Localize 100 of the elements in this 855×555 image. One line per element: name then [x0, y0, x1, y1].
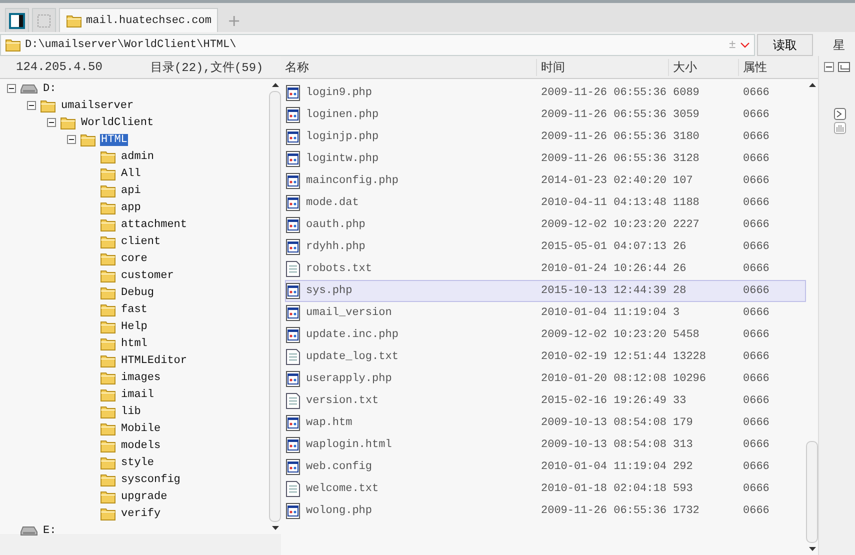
tab[interactable] — [5, 8, 29, 32]
file-attributes: 0666 — [743, 307, 770, 319]
file-attributes: 0666 — [743, 87, 770, 99]
file-size: 28 — [673, 285, 688, 297]
file-row[interactable]: update_log.txt 2010-02-19 12:51:44 13228 0666 — [285, 346, 806, 368]
file-size: 179 — [673, 417, 694, 429]
tree-item[interactable]: html — [120, 338, 148, 350]
file-row[interactable]: login9.php 2009-11-26 06:55:36 6089 0666 — [285, 82, 806, 104]
file-row[interactable]: web.config 2010-01-04 11:19:04 292 0666 — [285, 456, 806, 478]
folder-icon — [66, 14, 82, 28]
file-size: 292 — [673, 461, 694, 473]
file-time: 2010-04-11 04:13:48 — [541, 197, 668, 209]
tree-item[interactable]: attachment — [120, 218, 188, 230]
file-size: 26 — [673, 263, 688, 275]
file-size: 33 — [673, 395, 688, 407]
column-header[interactable]: 属性 — [738, 58, 800, 76]
tree-item[interactable]: umailserver — [60, 100, 135, 112]
file-icon — [286, 327, 300, 343]
file-time: 2009-11-26 06:55:36 — [541, 109, 668, 121]
tree-item[interactable]: style — [120, 456, 156, 468]
file-row[interactable]: userapply.php 2010-01-20 08:12:08 10296 0666 — [285, 368, 806, 390]
tree-item[interactable]: WorldClient — [80, 116, 155, 128]
folder-icon — [100, 438, 116, 452]
file-name: mainconfig.php — [306, 175, 398, 187]
file-row[interactable]: logintw.php 2009-11-26 06:55:36 3128 0666 — [285, 148, 806, 170]
file-size: 3128 — [673, 153, 700, 165]
host-address: 124.205.4.50 — [16, 60, 102, 74]
tree-item[interactable]: D: — [42, 82, 58, 94]
tree-item[interactable]: customer — [120, 270, 175, 282]
file-attributes: 0666 — [743, 109, 770, 121]
file-size: 3059 — [673, 109, 700, 121]
file-row[interactable]: welcome.txt 2010-01-18 02:04:18 593 0666 — [285, 478, 806, 500]
terminal-icon[interactable] — [834, 108, 846, 120]
collapse-icon[interactable] — [824, 62, 850, 72]
dropdown-icon[interactable] — [740, 42, 750, 48]
tree-item[interactable]: HTMLEditor — [120, 354, 188, 366]
document-icon — [286, 481, 300, 497]
tree-item[interactable]: Debug — [120, 286, 156, 298]
file-row[interactable]: rdyhh.php 2015-05-01 04:07:13 26 0666 — [285, 236, 806, 258]
file-row[interactable]: version.txt 2015-02-16 19:26:49 33 0666 — [285, 390, 806, 412]
file-attributes: 0666 — [743, 153, 770, 165]
column-header[interactable]: 时间 — [536, 58, 668, 76]
file-name: waplogin.html — [306, 439, 392, 451]
scroll-down-icon[interactable] — [808, 547, 816, 551]
file-icon — [286, 129, 300, 145]
file-attributes: 0666 — [743, 175, 770, 187]
file-size: 6089 — [673, 87, 700, 99]
tree-item[interactable]: core — [120, 252, 148, 264]
file-row[interactable]: wap.htm 2009-10-13 08:54:08 179 0666 — [285, 412, 806, 434]
tree-item[interactable]: Mobile — [120, 422, 162, 434]
file-icon — [286, 371, 300, 387]
column-header[interactable]: 名称 — [281, 58, 536, 76]
tree-item[interactable]: E: — [42, 524, 58, 536]
tree-item[interactable]: imail — [120, 388, 156, 400]
scroll-thumb[interactable] — [806, 441, 818, 543]
tree-item[interactable]: Help — [120, 320, 148, 332]
tree-item[interactable]: verify — [120, 508, 162, 520]
file-row[interactable]: mode.dat 2010-04-11 04:13:48 1188 0666 — [285, 192, 806, 214]
tree-item[interactable]: lib — [120, 406, 142, 418]
file-time: 2009-10-13 08:54:08 — [541, 439, 668, 451]
tree-item[interactable]: api — [120, 184, 142, 196]
file-row[interactable]: loginjp.php 2009-11-26 06:55:36 3180 0666 — [285, 126, 806, 148]
tree-item[interactable]: sysconfig — [120, 474, 182, 486]
file-row[interactable]: oauth.php 2009-12-02 10:23:20 2227 0666 — [285, 214, 806, 236]
scroll-up-icon[interactable] — [272, 83, 278, 87]
address-field[interactable]: D:\umailserver\WorldClient\HTML\ ± — [0, 34, 755, 56]
file-row[interactable]: waplogin.html 2009-10-13 08:54:08 313 0666 — [285, 434, 806, 456]
tab[interactable]: mail.huatechsec.com — [59, 8, 218, 32]
file-row[interactable]: umail_version 2010-01-04 11:19:04 3 0666 — [285, 302, 806, 324]
expander-icon[interactable] — [47, 118, 56, 127]
expander-icon[interactable] — [27, 101, 36, 110]
file-row[interactable]: robots.txt 2010-01-24 10:26:44 26 0666 — [285, 258, 806, 280]
file-row[interactable]: mainconfig.php 2014-01-23 02:40:20 107 0666 — [285, 170, 806, 192]
file-row[interactable]: wolong.php 2009-11-26 06:55:36 1732 0666 — [285, 500, 806, 522]
tree-item[interactable]: fast — [120, 304, 148, 316]
file-row[interactable]: sys.php 2015-10-13 12:44:39 28 0666 — [285, 280, 806, 302]
read-button[interactable]: 读取 — [757, 34, 813, 56]
tree-item[interactable]: models — [120, 440, 162, 452]
column-header[interactable]: 大小 — [668, 58, 738, 76]
tree-item[interactable]: app — [120, 202, 142, 214]
tree-item[interactable]: images — [120, 372, 162, 384]
file-name: loginjp.php — [306, 131, 379, 143]
file-name: login9.php — [306, 87, 372, 99]
tree-item[interactable]: HTML — [100, 134, 128, 146]
file-time: 2010-01-04 11:19:04 — [541, 307, 668, 319]
file-attributes: 0666 — [743, 329, 770, 341]
file-row[interactable]: update.inc.php 2009-12-02 10:23:20 5458 0666 — [285, 324, 806, 346]
scroll-down-icon[interactable] — [272, 526, 278, 530]
tree-item[interactable]: All — [120, 168, 142, 180]
file-row[interactable]: loginen.php 2009-11-26 06:55:36 3059 0666 — [285, 104, 806, 126]
scroll-up-icon[interactable] — [808, 83, 816, 87]
expander-icon[interactable] — [7, 84, 16, 93]
tree-item[interactable]: client — [120, 236, 162, 248]
tree-item[interactable]: admin — [120, 150, 156, 162]
folder-icon — [100, 336, 116, 350]
tree-item[interactable]: upgrade — [120, 490, 168, 502]
expander-icon[interactable] — [67, 135, 76, 144]
file-size: 5458 — [673, 329, 700, 341]
file-time: 2009-11-26 06:55:36 — [541, 505, 668, 517]
folder-icon — [60, 116, 76, 130]
